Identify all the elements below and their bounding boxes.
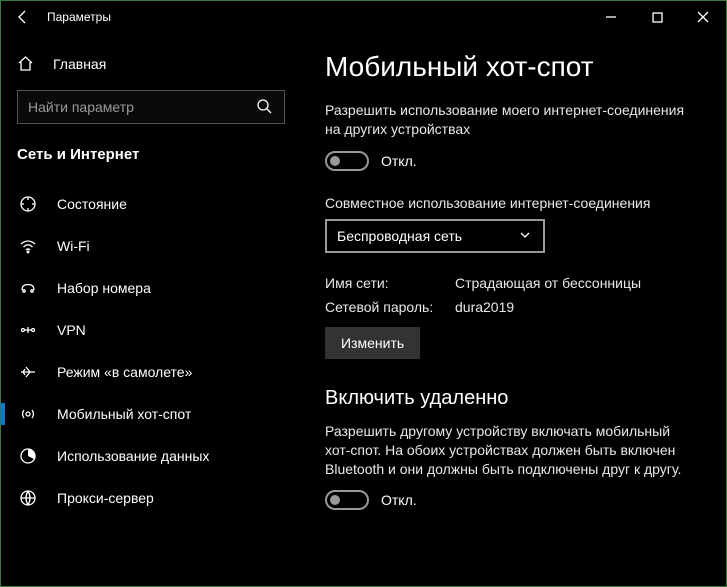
- sidebar-item-label: Использование данных: [57, 448, 209, 464]
- status-icon: [17, 195, 39, 213]
- sidebar-item-label: Прокси-сервер: [57, 490, 154, 506]
- maximize-button[interactable]: [634, 1, 680, 33]
- remote-toggle[interactable]: [325, 490, 369, 510]
- sidebar-item-airplane[interactable]: Режим «в самолете»: [1, 351, 301, 393]
- sidebar-item-label: Мобильный хот-спот: [57, 406, 191, 422]
- sidebar-item-hotspot[interactable]: Мобильный хот-спот: [1, 393, 301, 435]
- share-description: Разрешить использование моего интернет-с…: [325, 101, 685, 139]
- sidebar-item-wifi[interactable]: Wi-Fi: [1, 225, 301, 267]
- sidebar: Главная Сеть и Интернет Состояние: [1, 33, 301, 586]
- home-link[interactable]: Главная: [1, 47, 301, 86]
- share-from-label: Совместное использование интернет-соедин…: [325, 195, 702, 211]
- edit-button[interactable]: Изменить: [325, 327, 420, 359]
- share-toggle[interactable]: [325, 151, 369, 171]
- sidebar-item-label: Состояние: [57, 196, 127, 212]
- wifi-icon: [17, 237, 39, 255]
- vpn-icon: [17, 321, 39, 339]
- airplane-icon: [17, 363, 39, 381]
- sidebar-item-label: Режим «в самолете»: [57, 364, 192, 380]
- network-info: Имя сети: Страдающая от бессонницы Сетев…: [325, 275, 702, 315]
- home-icon: [17, 55, 39, 72]
- sidebar-item-status[interactable]: Состояние: [1, 183, 301, 225]
- category-label: Сеть и Интернет: [1, 142, 301, 177]
- sidebar-item-label: VPN: [57, 322, 86, 338]
- minimize-button[interactable]: [588, 1, 634, 33]
- home-label: Главная: [53, 56, 106, 72]
- window-title: Параметры: [47, 10, 111, 24]
- proxy-icon: [17, 489, 39, 507]
- remote-toggle-state: Откл.: [381, 492, 417, 508]
- share-from-select[interactable]: Беспроводная сеть: [325, 219, 545, 253]
- sidebar-item-proxy[interactable]: Прокси-сервер: [1, 477, 301, 519]
- page-title: Мобильный хот-спот: [325, 51, 702, 83]
- chevron-down-icon: [519, 228, 533, 244]
- sidebar-item-label: Wi-Fi: [57, 238, 90, 254]
- sidebar-item-dialup[interactable]: Набор номера: [1, 267, 301, 309]
- net-pass-value: dura2019: [455, 299, 702, 315]
- net-pass-label: Сетевой пароль:: [325, 299, 455, 315]
- net-name-value: Страдающая от бессонницы: [455, 275, 702, 291]
- sidebar-item-datausage[interactable]: Использование данных: [1, 435, 301, 477]
- share-from-value: Беспроводная сеть: [337, 228, 519, 244]
- sidebar-item-label: Набор номера: [57, 280, 151, 296]
- remote-heading: Включить удаленно: [325, 387, 702, 410]
- share-toggle-state: Откл.: [381, 153, 417, 169]
- dialup-icon: [17, 279, 39, 297]
- remote-description: Разрешить другому устройству включать мо…: [325, 422, 685, 479]
- net-name-label: Имя сети:: [325, 275, 455, 291]
- search-box[interactable]: [17, 90, 285, 124]
- sidebar-item-vpn[interactable]: VPN: [1, 309, 301, 351]
- search-icon: [256, 98, 274, 117]
- nav-list: Состояние Wi-Fi Набор номера: [1, 183, 301, 519]
- close-button[interactable]: [680, 1, 726, 33]
- hotspot-icon: [17, 405, 39, 423]
- datausage-icon: [17, 447, 39, 465]
- search-input[interactable]: [28, 99, 256, 115]
- back-button[interactable]: [9, 9, 37, 25]
- titlebar: Параметры: [1, 1, 726, 33]
- content-pane: Мобильный хот-спот Разрешить использован…: [301, 33, 726, 586]
